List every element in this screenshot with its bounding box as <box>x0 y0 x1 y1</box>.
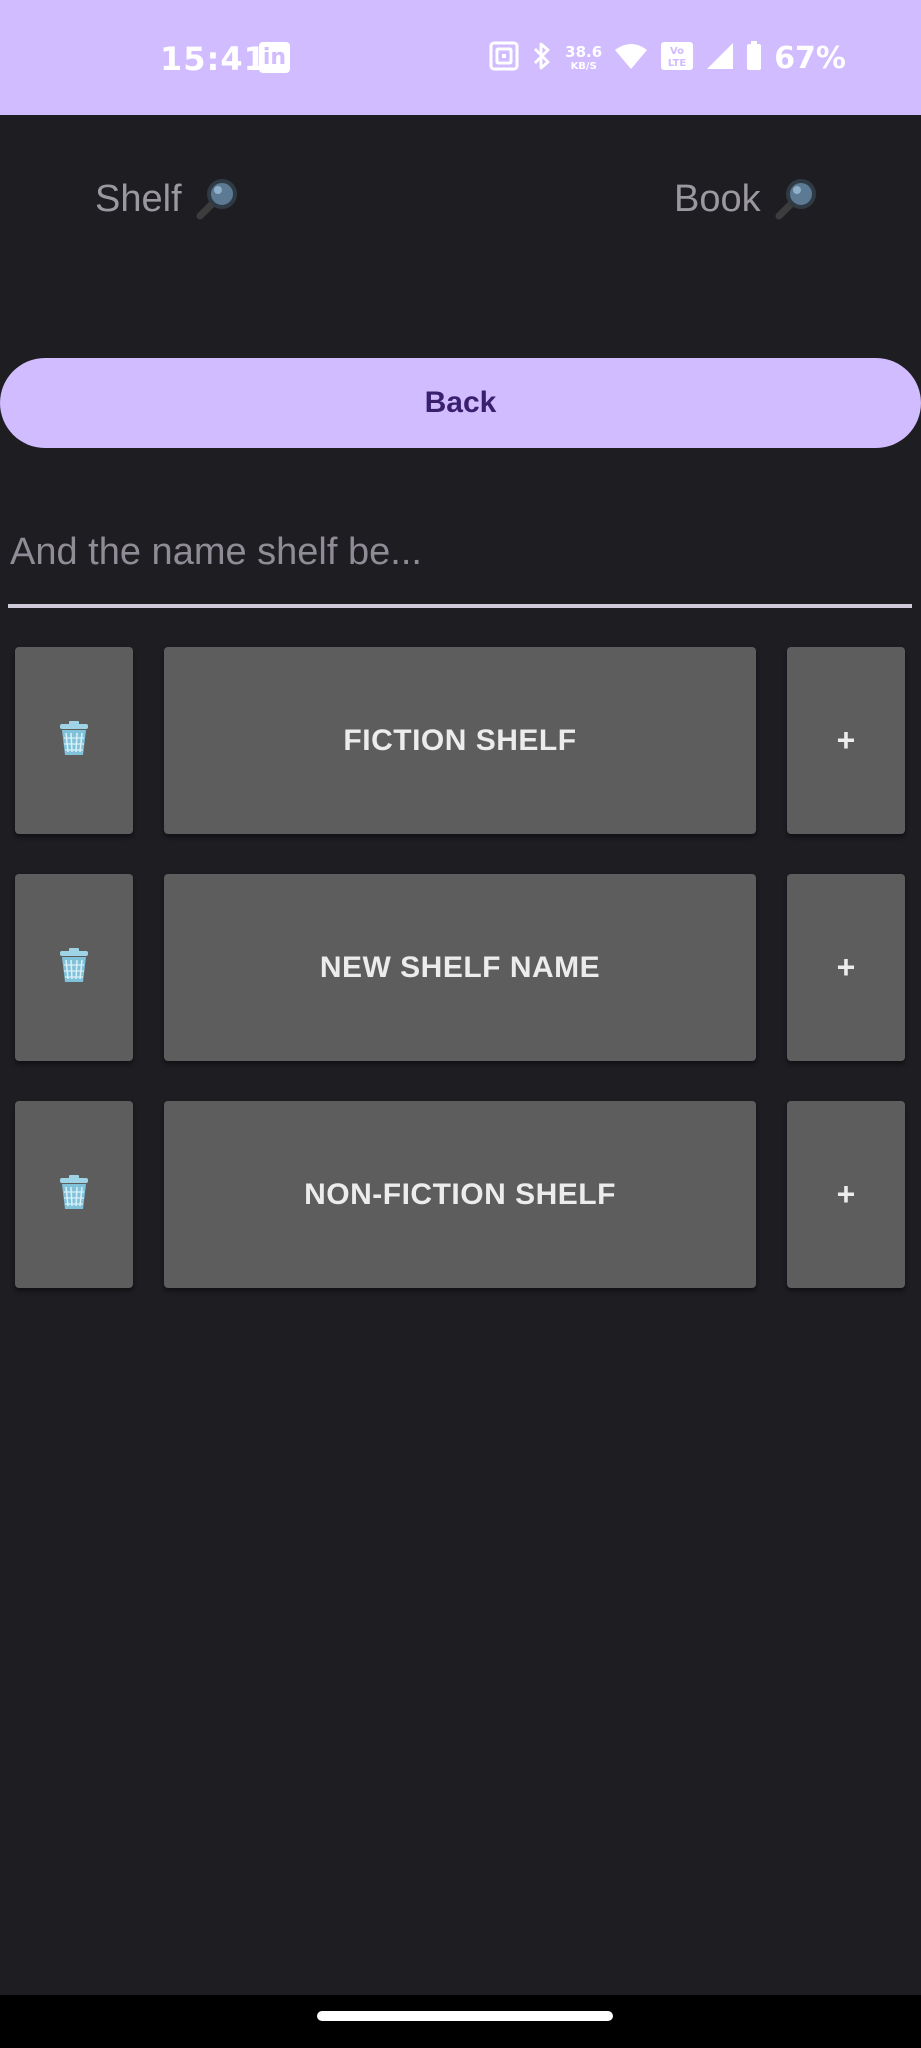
magnifier-icon <box>194 176 240 222</box>
shelf-name-button[interactable]: NEW SHELF NAME <box>164 874 756 1061</box>
status-icons: 38.6 KB/S Vo LTE 67% <box>489 38 846 78</box>
battery-icon <box>746 40 762 76</box>
magnifier-icon <box>773 176 819 222</box>
home-indicator[interactable] <box>317 2011 613 2021</box>
trash-icon <box>57 1174 91 1215</box>
trash-icon <box>57 947 91 988</box>
navigation-bar <box>0 1995 921 2048</box>
svg-text:Vo: Vo <box>670 46 684 57</box>
tab-book[interactable]: Book <box>674 176 819 222</box>
tab-book-label: Book <box>674 177 761 220</box>
linkedin-icon: in <box>259 42 290 73</box>
tab-shelf-label: Shelf <box>95 177 182 220</box>
network-speed-unit: KB/S <box>570 60 597 72</box>
status-bar: 15:41 in 38.6 KB/S Vo LTE 67% <box>0 0 921 115</box>
signal-icon <box>706 42 734 75</box>
back-button[interactable]: Back <box>0 358 921 448</box>
app-screen: 15:41 in 38.6 KB/S Vo LTE 67% Shelf Book… <box>0 0 921 2048</box>
delete-shelf-button[interactable] <box>15 647 133 834</box>
battery-percent: 67% <box>774 40 846 76</box>
network-speed-value: 38.6 <box>565 42 603 61</box>
add-book-button[interactable]: + <box>787 647 905 834</box>
delete-shelf-button[interactable] <box>15 874 133 1061</box>
status-time: 15:41 <box>160 40 267 78</box>
tab-shelf[interactable]: Shelf <box>95 176 240 222</box>
svg-text:LTE: LTE <box>668 58 687 69</box>
volte-icon: Vo LTE <box>660 41 694 76</box>
shelf-name-button[interactable]: NON-FICTION SHELF <box>164 1101 756 1288</box>
delete-shelf-button[interactable] <box>15 1101 133 1288</box>
wifi-icon <box>614 42 648 75</box>
add-book-button[interactable]: + <box>787 1101 905 1288</box>
nfc-icon <box>489 41 519 76</box>
bluetooth-icon <box>531 41 553 76</box>
add-book-button[interactable]: + <box>787 874 905 1061</box>
network-speed: 38.6 KB/S <box>565 42 603 72</box>
shelf-name-input[interactable] <box>8 500 912 608</box>
shelf-name-button[interactable]: FICTION SHELF <box>164 647 756 834</box>
trash-icon <box>57 720 91 761</box>
